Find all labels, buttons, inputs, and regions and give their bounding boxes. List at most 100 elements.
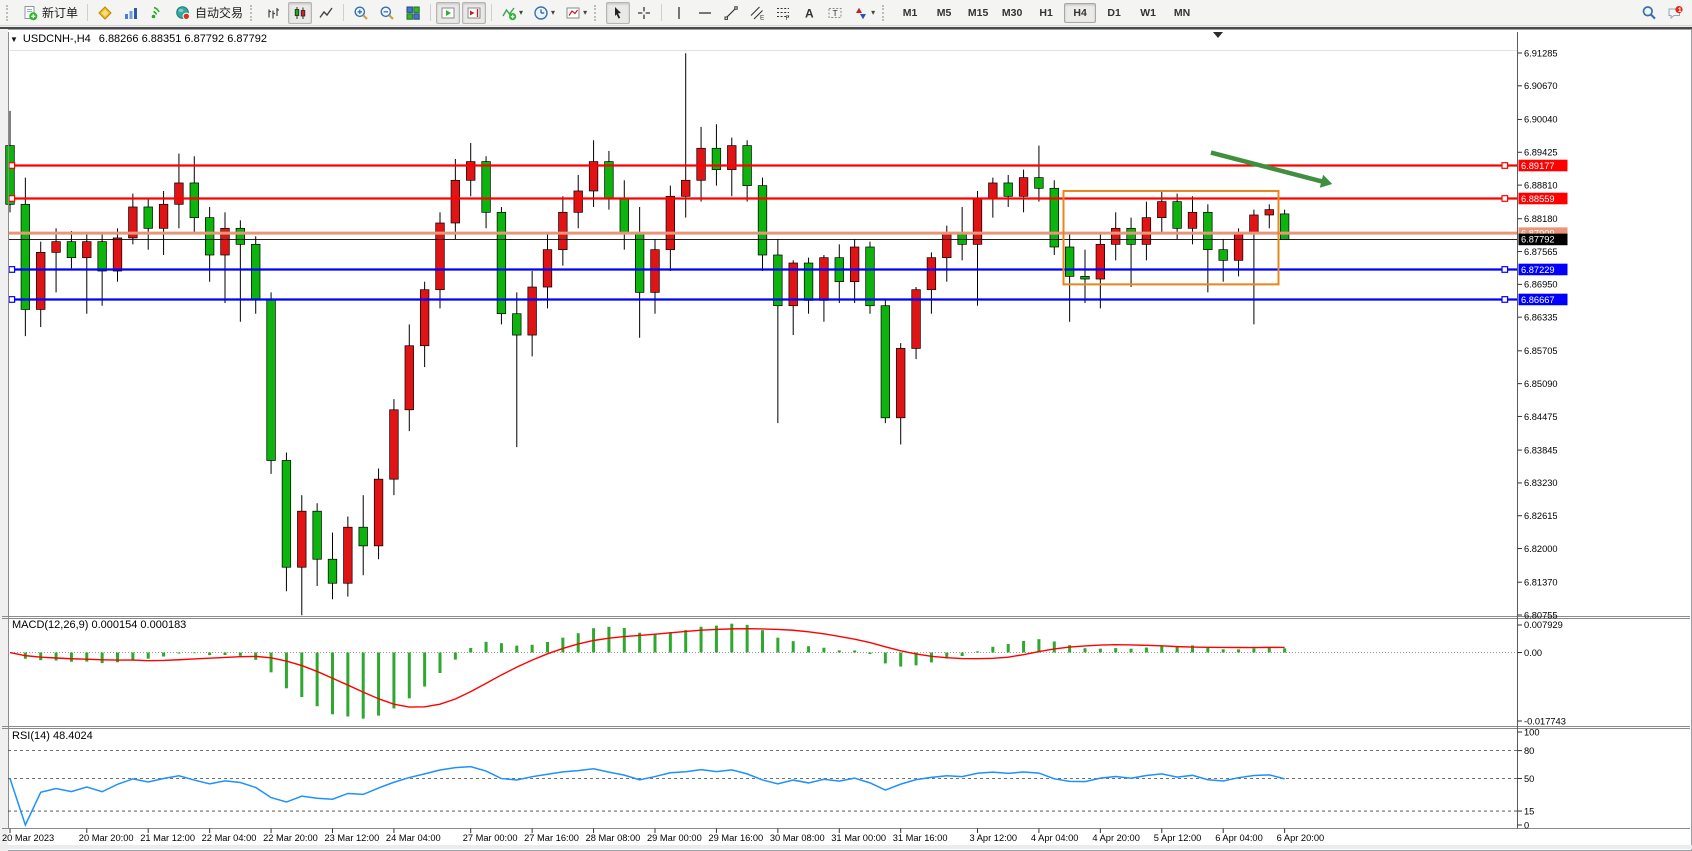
timeframe-m15-button[interactable]: M15 bbox=[962, 3, 994, 23]
timeframe-w1-button[interactable]: W1 bbox=[1132, 3, 1164, 23]
market-button[interactable] bbox=[93, 2, 117, 24]
price-tick-label: 6.91285 bbox=[1524, 48, 1558, 58]
timeframe-mn-button[interactable]: MN bbox=[1166, 3, 1198, 23]
bars-mode-button[interactable] bbox=[262, 2, 286, 24]
timeframe-h4-button[interactable]: H4 bbox=[1064, 3, 1096, 23]
price-tick-label: 6.82000 bbox=[1524, 544, 1558, 554]
zoom-out-button[interactable] bbox=[375, 2, 399, 24]
search-button[interactable] bbox=[1637, 2, 1661, 24]
vline-icon bbox=[671, 5, 687, 21]
new-order-button[interactable]: 新订单 bbox=[18, 2, 82, 24]
line-mode-button[interactable] bbox=[314, 2, 338, 24]
crosshair-button[interactable] bbox=[632, 2, 656, 24]
chart-canvas[interactable]: 6.912856.906706.900406.894256.888106.881… bbox=[0, 29, 1692, 851]
zoom-in-button[interactable] bbox=[349, 2, 373, 24]
price-badge-label: 6.86667 bbox=[1521, 295, 1555, 305]
fibonacci-button[interactable]: F bbox=[771, 2, 795, 24]
bar-chart-icon bbox=[266, 5, 282, 21]
timeframe-d1-button[interactable]: D1 bbox=[1098, 3, 1130, 23]
notifications-button[interactable]: 1 bbox=[1663, 2, 1687, 24]
price-tick-label: 6.89425 bbox=[1524, 148, 1558, 158]
candles-mode-button[interactable] bbox=[288, 2, 312, 24]
trendline-button[interactable] bbox=[719, 2, 743, 24]
dropdown-caret-icon[interactable]: ▾ bbox=[871, 8, 875, 17]
toolbar-separator bbox=[430, 4, 431, 21]
svg-text:F: F bbox=[786, 15, 790, 21]
price-badge-label: 6.88559 bbox=[1521, 194, 1555, 204]
time-tick-label: 27 Mar 16:00 bbox=[524, 833, 579, 843]
time-tick-label: 30 Mar 08:00 bbox=[770, 833, 825, 843]
macd-axis-label: -0.017743 bbox=[1524, 717, 1566, 727]
tile-windows-button[interactable] bbox=[401, 2, 425, 24]
main-toolbar: 新订单 自动交易 ▾ ▾ ▾ E F A T ▾ M1M5M15M30H1H4D1W1MN 1 bbox=[0, 0, 1692, 26]
price-tick-label: 6.85090 bbox=[1524, 379, 1558, 389]
gold-gem-icon bbox=[97, 5, 113, 21]
signals-button[interactable] bbox=[145, 2, 169, 24]
dropdown-caret-icon[interactable]: ▾ bbox=[551, 8, 555, 17]
autotrade-icon bbox=[175, 5, 191, 21]
timeframe-h1-button[interactable]: H1 bbox=[1030, 3, 1062, 23]
arrows-button[interactable]: ▾ bbox=[849, 2, 879, 24]
chart-shift-button[interactable] bbox=[462, 2, 486, 24]
time-tick-label: 22 Mar 20:00 bbox=[263, 833, 318, 843]
price-tick-label: 6.83845 bbox=[1524, 445, 1558, 455]
rsi-axis-label: 0 bbox=[1524, 820, 1529, 830]
price-badge-label: 6.89177 bbox=[1521, 161, 1555, 171]
time-tick-label: 28 Mar 08:00 bbox=[586, 833, 641, 843]
timeframe-m5-button[interactable]: M5 bbox=[928, 3, 960, 23]
templates-button[interactable]: ▾ bbox=[561, 2, 591, 24]
autotrade-button[interactable]: 自动交易 bbox=[171, 2, 247, 24]
price-tick-label: 6.88180 bbox=[1524, 214, 1558, 224]
label-icon: T bbox=[827, 5, 843, 21]
auto-scroll-button[interactable] bbox=[436, 2, 460, 24]
vertical-line-button[interactable] bbox=[667, 2, 691, 24]
rsi-value: 48.4024 bbox=[53, 730, 93, 742]
periods-button[interactable]: ▾ bbox=[529, 2, 559, 24]
toolbar-grip[interactable] bbox=[594, 5, 601, 21]
price-badge-label: 6.87229 bbox=[1521, 265, 1555, 275]
price-tick-label: 6.88810 bbox=[1524, 180, 1558, 190]
time-tick-label: 20 Mar 2023 bbox=[2, 833, 54, 843]
time-tick-label: 24 Mar 04:00 bbox=[386, 833, 441, 843]
time-tick-label: 29 Mar 00:00 bbox=[647, 833, 702, 843]
timeframe-m1-button[interactable]: M1 bbox=[894, 3, 926, 23]
price-tick-label: 6.83230 bbox=[1524, 478, 1558, 488]
line-chart-icon bbox=[318, 5, 334, 21]
chevron-down-icon[interactable]: ▼ bbox=[10, 35, 18, 44]
rsi-name: RSI(14) bbox=[12, 730, 50, 742]
chat-icon: 1 bbox=[1667, 5, 1683, 21]
templates-icon bbox=[565, 5, 581, 21]
toolbar-grip[interactable] bbox=[250, 5, 257, 21]
autotrade-label: 自动交易 bbox=[195, 4, 243, 21]
svg-text:A: A bbox=[805, 6, 814, 20]
cursor-button[interactable] bbox=[606, 2, 630, 24]
text-button[interactable]: A bbox=[797, 2, 821, 24]
rsi-indicator-label: RSI(14) 48.4024 bbox=[12, 730, 93, 742]
rsi-axis-label: 100 bbox=[1524, 727, 1540, 737]
toolbar-separator bbox=[343, 4, 344, 21]
price-badge-resistance-2: 6.88559 bbox=[1519, 193, 1568, 205]
svg-text:T: T bbox=[833, 8, 838, 18]
chart-window[interactable]: 6.912856.906706.900406.894256.888106.881… bbox=[0, 27, 1692, 849]
time-tick-label: 5 Apr 12:00 bbox=[1154, 833, 1202, 843]
equidistant-channel-button[interactable]: E bbox=[745, 2, 769, 24]
text-label-button[interactable]: T bbox=[823, 2, 847, 24]
crosshair-icon bbox=[636, 5, 652, 21]
horizontal-line-button[interactable] bbox=[693, 2, 717, 24]
fibo-icon: F bbox=[775, 5, 791, 21]
price-badge-bid-line: 6.87792 bbox=[1519, 234, 1568, 246]
timeframe-m30-button[interactable]: M30 bbox=[996, 3, 1028, 23]
price-badge-label: 6.87792 bbox=[1521, 235, 1555, 245]
ohlc-info-bar: ▼USDCNH-,H46.88266 6.88351 6.87792 6.877… bbox=[10, 33, 267, 45]
chart-frame bbox=[1, 30, 1692, 851]
indicators-button[interactable]: ▾ bbox=[497, 2, 527, 24]
dropdown-caret-icon[interactable]: ▾ bbox=[583, 8, 587, 17]
price-tick-label: 6.86335 bbox=[1524, 312, 1558, 322]
dropdown-caret-icon[interactable]: ▾ bbox=[519, 8, 523, 17]
charts-button[interactable] bbox=[119, 2, 143, 24]
macd-axis-label: 0.007929 bbox=[1524, 620, 1563, 630]
price-tick-label: 6.85705 bbox=[1524, 346, 1558, 356]
toolbar-grip[interactable] bbox=[882, 5, 889, 21]
toolbar-grip[interactable] bbox=[6, 5, 13, 21]
toolbar-separator bbox=[491, 4, 492, 21]
